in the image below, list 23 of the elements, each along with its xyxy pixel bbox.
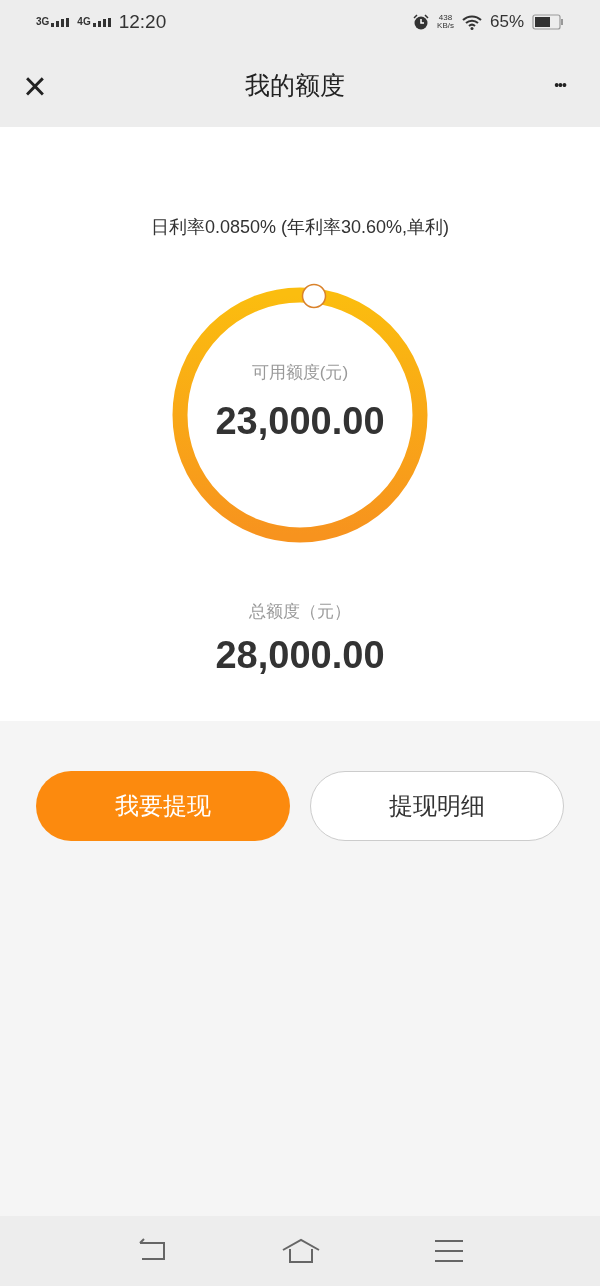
interest-rate-text: 日利率0.0850% (年利率30.60%,单利)	[150, 216, 450, 239]
battery-percent: 65%	[489, 11, 524, 34]
available-quota-label: 可用额度(元)	[251, 361, 349, 384]
details-button[interactable]: 提现明细	[310, 771, 564, 841]
wifi-icon	[461, 14, 482, 30]
total-quota-label: 总额度（元）	[249, 601, 351, 623]
available-quota-amount: 23,000.00	[215, 399, 385, 445]
clock: 12:20	[118, 9, 167, 34]
close-button[interactable]: ×	[20, 65, 50, 106]
speed-value: 438	[438, 14, 453, 22]
home-icon[interactable]	[281, 1238, 321, 1264]
network-label: 3G	[36, 17, 50, 27]
network-label: 4G	[77, 17, 91, 27]
alarm-clock-icon	[413, 14, 430, 30]
signal-icon	[92, 18, 111, 27]
menu-icon[interactable]	[433, 1239, 464, 1263]
signal-icon	[51, 18, 70, 27]
speed-unit: KB/s	[437, 22, 454, 30]
battery-icon	[532, 14, 564, 30]
total-quota-amount: 28,000.00	[215, 632, 385, 678]
ring-knob	[301, 283, 327, 309]
more-button[interactable]: •••	[540, 75, 580, 96]
page-title: 我的额度	[245, 69, 345, 101]
